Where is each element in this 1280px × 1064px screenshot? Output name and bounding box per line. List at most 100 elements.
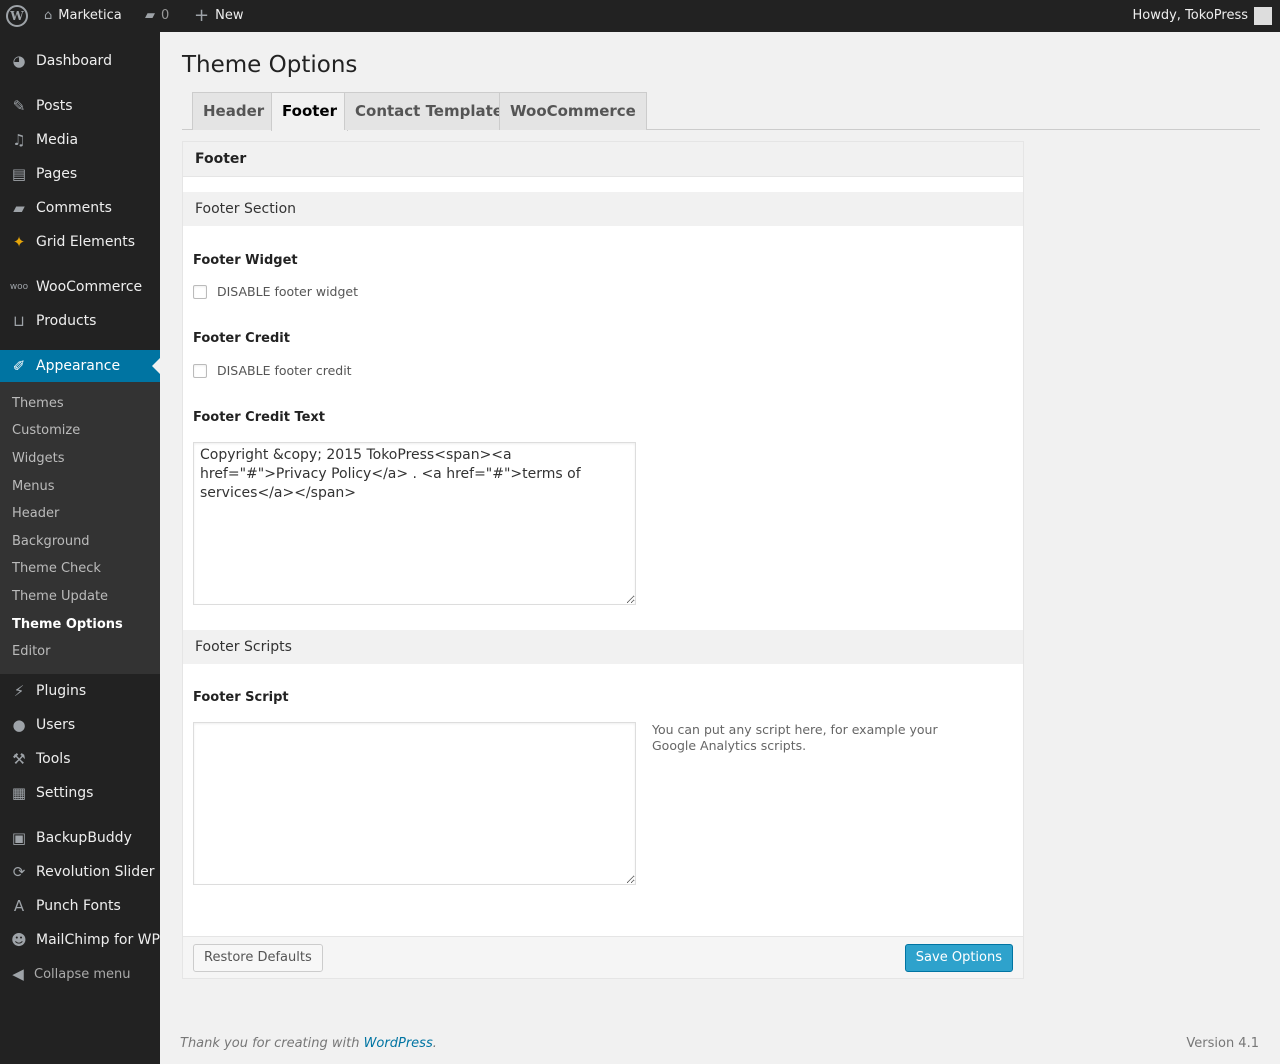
- menu-appearance[interactable]: ✐ Appearance: [0, 350, 160, 382]
- submenu-customize[interactable]: Customize: [12, 423, 80, 438]
- paintbrush-icon: ✐: [12, 357, 26, 375]
- checkbox-label: DISABLE footer widget: [217, 284, 358, 299]
- cart-icon: ⊔: [13, 312, 25, 330]
- menu-pages[interactable]: ▤ Pages: [0, 157, 160, 191]
- wordpress-logo-button[interactable]: W: [6, 0, 28, 32]
- menu-products[interactable]: ⊔ Products: [0, 304, 160, 338]
- menu-dashboard[interactable]: ◕ Dashboard: [0, 44, 160, 78]
- menu-posts[interactable]: ✎ Posts: [0, 89, 160, 123]
- period: .: [432, 1036, 437, 1051]
- menu-label: Posts: [36, 98, 73, 114]
- tab-contact-template[interactable]: Contact Template: [344, 92, 514, 130]
- menu-label: Plugins: [36, 683, 87, 699]
- submenu-widgets[interactable]: Widgets: [12, 451, 65, 466]
- menu-label: MailChimp for WP: [36, 932, 160, 948]
- mailchimp-icon: ☻: [11, 931, 27, 949]
- menu-label: Media: [36, 132, 79, 148]
- submenu-background[interactable]: Background: [12, 534, 90, 549]
- comments-link[interactable]: ▰ 0: [145, 0, 169, 32]
- admin-bar: W ⌂ Marketica ▰ 0 + New Howdy, TokoPress: [0, 0, 1280, 32]
- tab-header[interactable]: Header: [192, 92, 276, 130]
- home-icon: ⌂: [44, 8, 53, 23]
- tab-bar: Header Footer Contact Template WooCommer…: [182, 92, 1260, 131]
- version-text: Version 4.1: [1186, 1036, 1259, 1051]
- submenu-editor[interactable]: Editor: [12, 644, 50, 659]
- menu-label: Products: [36, 313, 97, 329]
- footer-script-input[interactable]: [193, 722, 636, 885]
- section-footer: Footer Section: [183, 192, 1023, 226]
- footer-script-label: Footer Script: [193, 690, 289, 705]
- site-name-link[interactable]: ⌂ Marketica: [44, 0, 122, 32]
- page-title: Theme Options: [182, 52, 358, 78]
- menu-woocommerce[interactable]: woo WooCommerce: [0, 270, 160, 304]
- section-footer-scripts: Footer Scripts: [183, 630, 1023, 664]
- thanks-text: Thank you for creating with: [180, 1036, 364, 1051]
- new-content-link[interactable]: + New: [194, 0, 243, 32]
- menu-comments[interactable]: ▰ Comments: [0, 191, 160, 225]
- footer-credit-label: Footer Credit: [193, 331, 290, 346]
- comment-icon: ▰: [145, 8, 155, 23]
- admin-menu: ◕ Dashboard ✎ Posts ♫ Media ▤ Pages ▰ Comment…: [0, 32, 160, 1064]
- menu-label: Settings: [36, 785, 94, 801]
- avatar: [1254, 7, 1272, 25]
- plus-icon: +: [194, 5, 210, 26]
- disable-footer-credit-checkbox[interactable]: DISABLE footer credit: [193, 363, 352, 378]
- howdy-text: Howdy, TokoPress: [1132, 8, 1249, 23]
- wordpress-logo-icon: W: [6, 5, 28, 27]
- menu-plugins[interactable]: ⚡ Plugins: [0, 674, 160, 708]
- submenu-theme-update[interactable]: Theme Update: [12, 589, 108, 604]
- menu-label: Punch Fonts: [36, 898, 121, 914]
- panel-footer: Restore Defaults Save Options: [183, 936, 1023, 978]
- woocommerce-icon: woo: [9, 282, 29, 292]
- menu-backupbuddy[interactable]: ▣ BackupBuddy: [0, 821, 160, 855]
- account-menu[interactable]: Howdy, TokoPress: [1132, 0, 1272, 32]
- menu-grid-elements[interactable]: ✦ Grid Elements: [0, 225, 160, 259]
- submenu-theme-options[interactable]: Theme Options: [12, 617, 123, 632]
- menu-label: Revolution Slider: [36, 864, 155, 880]
- menu-label: Grid Elements: [36, 234, 136, 250]
- disable-footer-widget-checkbox[interactable]: DISABLE footer widget: [193, 284, 358, 299]
- submenu-header[interactable]: Header: [12, 506, 59, 521]
- menu-label: WooCommerce: [36, 279, 143, 295]
- site-name: Marketica: [58, 8, 122, 23]
- collapse-menu-button[interactable]: ◀ Collapse menu: [0, 957, 160, 991]
- plugin-icon: ⚡: [13, 682, 25, 700]
- footer-credit-text-label: Footer Credit Text: [193, 410, 326, 425]
- footer-script-description: You can put any script here, for example…: [652, 722, 938, 753]
- footer-thanks: Thank you for creating with WordPress.: [180, 1036, 437, 1051]
- dashboard-icon: ◕: [12, 52, 26, 70]
- menu-tools[interactable]: ⚒ Tools: [0, 742, 160, 776]
- tab-footer[interactable]: Footer: [271, 92, 348, 131]
- submenu-menus[interactable]: Menus: [12, 479, 54, 494]
- menu-label: Tools: [36, 751, 71, 767]
- menu-label: Dashboard: [36, 53, 112, 69]
- submenu-themes[interactable]: Themes: [12, 396, 64, 411]
- comment-icon: ▰: [13, 199, 25, 217]
- comment-count: 0: [161, 8, 170, 23]
- menu-mailchimp[interactable]: ☻ MailChimp for WP: [0, 923, 160, 957]
- refresh-icon: ⟳: [12, 863, 26, 881]
- pages-icon: ▤: [11, 165, 27, 183]
- menu-revolution-slider[interactable]: ⟳ Revolution Slider: [0, 855, 160, 889]
- submenu-theme-check[interactable]: Theme Check: [12, 561, 101, 576]
- menu-users[interactable]: ● Users: [0, 708, 160, 742]
- menu-punch-fonts[interactable]: A Punch Fonts: [0, 889, 160, 923]
- backup-icon: ▣: [11, 829, 27, 847]
- media-icon: ♫: [12, 131, 26, 149]
- options-panel: Footer Footer Section Footer Widget DISA…: [182, 141, 1024, 979]
- footer-credit-text-input[interactable]: [193, 442, 636, 605]
- menu-media[interactable]: ♫ Media: [0, 123, 160, 157]
- checkbox-label: DISABLE footer credit: [217, 363, 352, 378]
- menu-label: Collapse menu: [34, 966, 131, 982]
- menu-label: Comments: [36, 200, 112, 216]
- new-label: New: [215, 8, 244, 23]
- checkbox[interactable]: [193, 363, 207, 378]
- menu-label: Pages: [36, 166, 78, 182]
- tab-woocommerce[interactable]: WooCommerce: [499, 92, 647, 130]
- wordpress-link[interactable]: WordPress: [364, 1036, 433, 1051]
- checkbox[interactable]: [193, 284, 207, 299]
- restore-defaults-button[interactable]: Restore Defaults: [193, 944, 323, 972]
- menu-label: Users: [36, 717, 76, 733]
- save-options-button[interactable]: Save Options: [904, 944, 1013, 972]
- menu-settings[interactable]: ▦ Settings: [0, 776, 160, 810]
